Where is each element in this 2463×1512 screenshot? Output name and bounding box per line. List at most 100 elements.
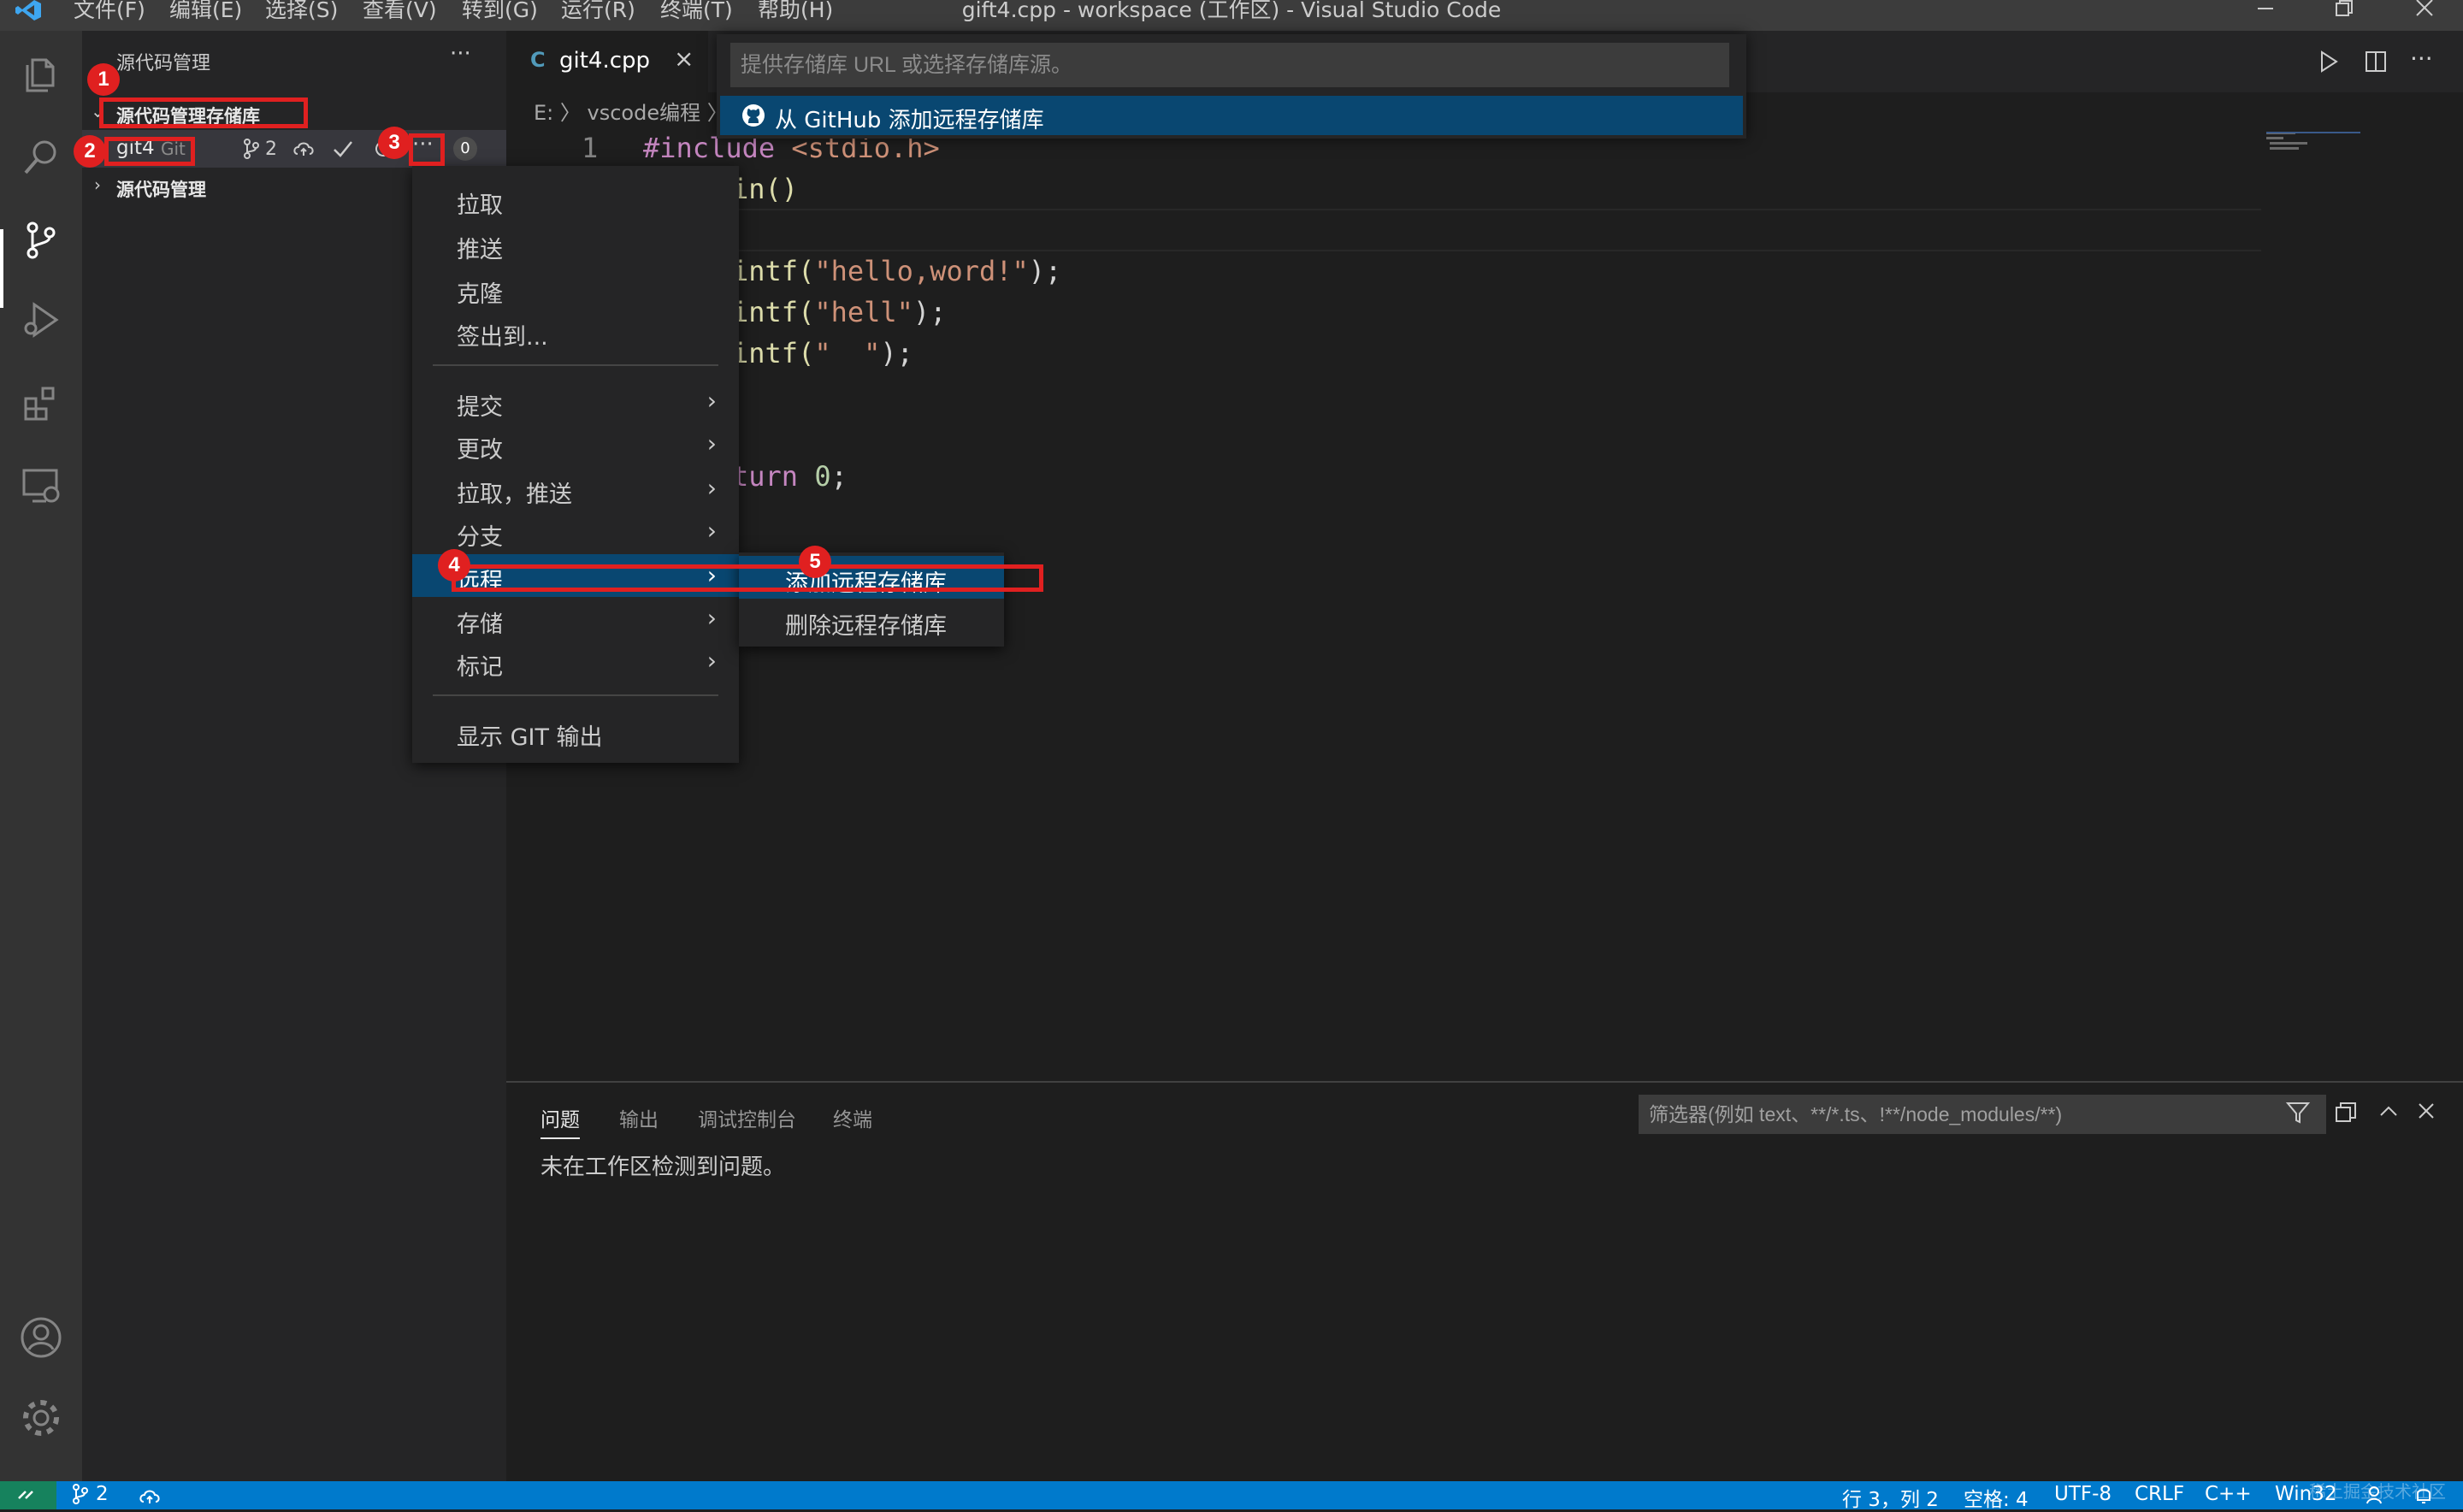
remote-explorer-icon[interactable] bbox=[14, 458, 68, 513]
scm-context-menu: 拉取 推送 克隆 签出到... 提交 › 更改 › 拉取，推送 › 分支 › 远程 › 存… bbox=[412, 166, 739, 763]
code-line-6[interactable]: intf(" "); bbox=[732, 337, 913, 369]
code-punct: ); bbox=[880, 337, 913, 369]
source-control-icon[interactable] bbox=[14, 212, 68, 267]
chevron-right-icon: › bbox=[706, 517, 717, 545]
section-scm-header[interactable]: 源代码管理 bbox=[116, 176, 206, 202]
annotation-marker-4: 4 bbox=[438, 549, 470, 582]
status-bar: 2 行 3，列 2 空格: 4 UTF-8 CRLF C++ Win32 bbox=[0, 1481, 2463, 1512]
breadcrumb[interactable]: E: 〉 vscode编程 〉 bbox=[534, 96, 728, 126]
menu-item-label: 签出到... bbox=[457, 324, 548, 351]
menu-item-stash[interactable]: 存储 › bbox=[412, 597, 739, 640]
line-ending[interactable]: CRLF bbox=[2135, 1483, 2184, 1505]
tab-problems[interactable]: 问题 bbox=[540, 1103, 580, 1139]
sidebar-title: 源代码管理 bbox=[116, 53, 211, 74]
run-debug-icon[interactable] bbox=[14, 292, 68, 347]
code-line-2[interactable]: in() bbox=[732, 173, 798, 205]
quick-pick-item-label: 从 GitHub 添加远程存储库 bbox=[775, 108, 1044, 133]
menu-item-label: 提交 bbox=[457, 394, 503, 421]
menu-item-push[interactable]: 推送 bbox=[412, 222, 739, 265]
tab-terminal[interactable]: 终端 bbox=[833, 1103, 872, 1132]
menu-item-label: 克隆 bbox=[457, 281, 503, 308]
quick-pick-item-github[interactable]: 从 GitHub 添加远程存储库 bbox=[720, 96, 1743, 135]
active-indicator bbox=[0, 229, 3, 308]
menu-item-pull[interactable]: 拉取 bbox=[412, 178, 739, 221]
annotation-box-remote bbox=[452, 564, 1043, 592]
editor-more-icon[interactable]: ··· bbox=[2410, 44, 2433, 73]
sidebar-more-actions-icon[interactable]: ··· bbox=[450, 41, 471, 67]
chevron-right-icon: › bbox=[706, 474, 717, 502]
branch-count[interactable]: 2 bbox=[96, 1483, 109, 1505]
menu-separator bbox=[433, 364, 718, 366]
explorer-icon[interactable] bbox=[14, 48, 68, 103]
menu-separator bbox=[433, 694, 718, 696]
menu-item-label: 拉取，推送 bbox=[457, 481, 572, 508]
remote-indicator-icon[interactable] bbox=[0, 1481, 56, 1509]
menu-item-branch[interactable]: 分支 › bbox=[412, 510, 739, 552]
code-punct: ); bbox=[913, 296, 947, 328]
close-panel-icon[interactable] bbox=[2415, 1100, 2437, 1122]
menu-item-pull-push[interactable]: 拉取，推送 › bbox=[412, 467, 739, 510]
code-fn: intf( bbox=[732, 337, 815, 369]
menu-item-remove-remote[interactable]: 删除远程存储库 bbox=[739, 599, 1004, 641]
encoding[interactable]: UTF-8 bbox=[2054, 1483, 2112, 1505]
menu-item-tags[interactable]: 标记 › bbox=[412, 640, 739, 682]
split-editor-icon[interactable] bbox=[2364, 50, 2388, 74]
watermark: 稀土掘金技术社区 bbox=[2309, 1481, 2446, 1502]
tab-git4-cpp[interactable]: C git4.cpp × bbox=[506, 31, 708, 92]
close-tab-icon[interactable]: × bbox=[674, 44, 694, 73]
extensions-icon[interactable] bbox=[14, 376, 68, 431]
settings-gear-icon[interactable] bbox=[14, 1391, 68, 1445]
menu-item-checkout[interactable]: 签出到... bbox=[412, 310, 739, 352]
branch-icon[interactable] bbox=[72, 1483, 89, 1505]
chevron-right-icon: › bbox=[706, 647, 717, 675]
bottom-panel: 问题 输出 调试控制台 终端 未在工作区检测到问题。 bbox=[506, 1081, 2463, 1483]
annotation-marker-3: 3 bbox=[378, 127, 410, 159]
language-mode[interactable]: C++ bbox=[2205, 1483, 2252, 1505]
close-window-icon[interactable] bbox=[2413, 0, 2436, 21]
sync-cloud-icon[interactable] bbox=[139, 1486, 162, 1505]
menu-item-changes[interactable]: 更改 › bbox=[412, 422, 739, 465]
publish-cloud-icon[interactable] bbox=[292, 139, 315, 159]
collapse-all-icon[interactable] bbox=[2335, 1102, 2357, 1124]
menu-item-label: 显示 GIT 输出 bbox=[457, 724, 603, 751]
search-icon[interactable] bbox=[14, 130, 68, 185]
run-icon[interactable] bbox=[2318, 50, 2340, 74]
annotation-box-repo bbox=[104, 137, 195, 166]
repository-url-input[interactable] bbox=[730, 43, 1729, 87]
menu-item-commit[interactable]: 提交 › bbox=[412, 380, 739, 422]
branch-icon[interactable] bbox=[243, 139, 260, 159]
quick-input-widget: 从 GitHub 添加远程存储库 bbox=[717, 34, 1746, 139]
changes-badge: 0 bbox=[453, 137, 477, 161]
cpp-file-icon: C bbox=[530, 48, 546, 72]
tab-output[interactable]: 输出 bbox=[619, 1103, 659, 1132]
minimap[interactable] bbox=[2266, 128, 2360, 162]
account-icon[interactable] bbox=[14, 1310, 68, 1365]
code-line-9[interactable]: turn 0; bbox=[732, 460, 848, 493]
problems-message: 未在工作区检测到问题。 bbox=[540, 1155, 786, 1180]
menu-item-show-git-output[interactable]: 显示 GIT 输出 bbox=[412, 710, 739, 753]
minimize-icon[interactable] bbox=[2254, 0, 2277, 21]
annotation-marker-5: 5 bbox=[799, 546, 831, 578]
problems-filter-input[interactable] bbox=[1639, 1095, 2326, 1134]
code-line-5[interactable]: intf("hell"); bbox=[732, 296, 946, 328]
chevron-right-icon[interactable]: › bbox=[94, 174, 101, 195]
menu-item-clone[interactable]: 克隆 bbox=[412, 267, 739, 310]
annotation-box-repositories bbox=[99, 97, 308, 128]
code-punct: ); bbox=[1028, 255, 1062, 287]
tab-debug-console[interactable]: 调试控制台 bbox=[698, 1103, 796, 1132]
menu-item-label: 标记 bbox=[457, 654, 503, 681]
code-fn: intf( bbox=[732, 255, 815, 287]
title-bar: 文件(F) 编辑(E) 选择(S) 查看(V) 转到(G) 运行(R) 终端(T… bbox=[0, 0, 2463, 31]
filter-icon[interactable] bbox=[2285, 1100, 2311, 1125]
github-icon bbox=[741, 103, 766, 128]
menu-item-label: 删除远程存储库 bbox=[785, 613, 947, 640]
menu-item-label: 分支 bbox=[457, 524, 503, 551]
cursor-position[interactable]: 行 3，列 2 bbox=[1842, 1483, 1939, 1512]
maximize-panel-icon[interactable] bbox=[2377, 1100, 2400, 1122]
indentation[interactable]: 空格: 4 bbox=[1964, 1483, 2029, 1512]
commit-check-icon[interactable] bbox=[332, 139, 354, 159]
code-line-4[interactable]: intf("hello,word!"); bbox=[732, 255, 1061, 287]
menu-item-label: 拉取 bbox=[457, 192, 503, 219]
restore-icon[interactable] bbox=[2333, 0, 2355, 21]
code-fn: intf( bbox=[732, 296, 815, 328]
